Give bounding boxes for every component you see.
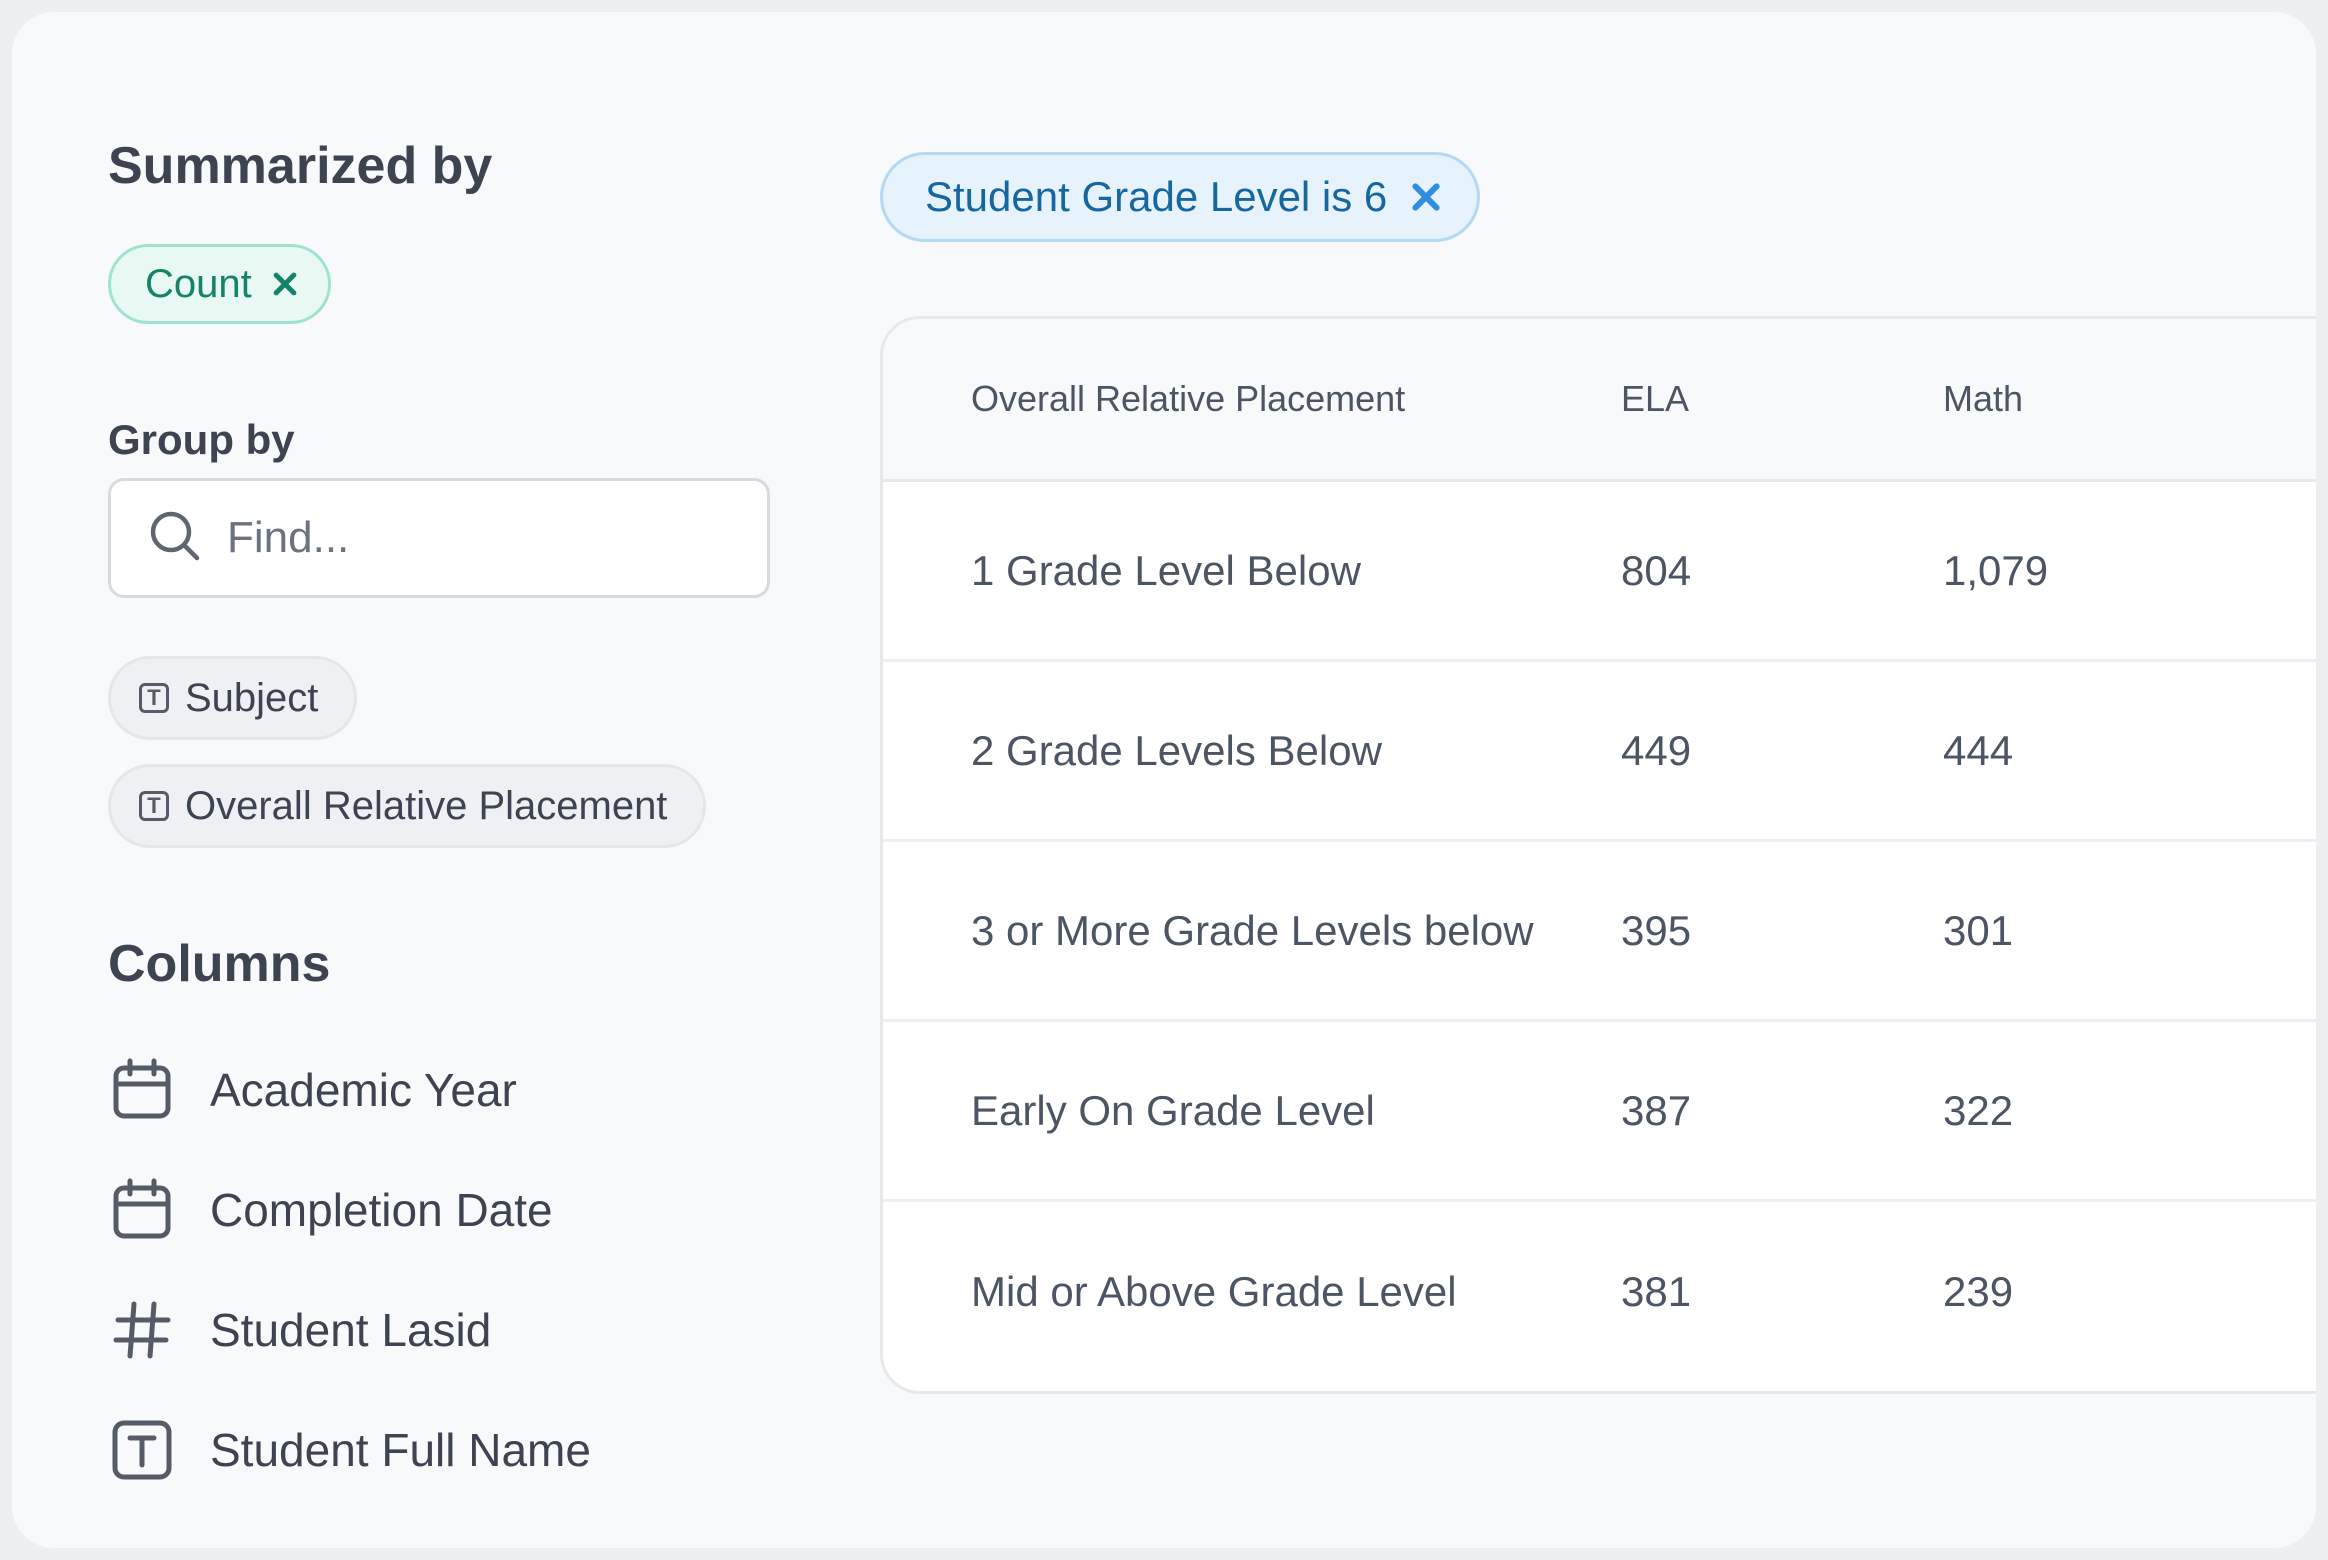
ela-count-cell: 449: [1621, 726, 1692, 774]
summarized-by-title: Summarized by: [108, 137, 493, 195]
text-icon: T: [139, 791, 169, 821]
remove-filter-close-icon[interactable]: [1411, 182, 1441, 212]
filter-pill-label: Student Grade Level is 6: [925, 173, 1388, 220]
table-row: Mid or Above Grade Level 381 239: [883, 1202, 2316, 1382]
group-field-label: Subject: [185, 675, 319, 720]
placement-cell: 1 Grade Level Below: [971, 546, 1361, 594]
count-pill-label: Count: [145, 261, 252, 306]
group-by-title: Group by: [108, 416, 295, 463]
column-item-label: Completion Date: [210, 1184, 553, 1236]
ela-count-cell: 804: [1621, 546, 1692, 594]
table-row: 3 or More Grade Levels below 395 301: [883, 842, 2316, 1022]
column-item-completion-date[interactable]: Completion Date: [108, 1170, 553, 1250]
table-row: 1 Grade Level Below 804 1,079: [883, 482, 2316, 662]
table-header-row: Overall Relative Placement ELA Math: [883, 319, 2316, 482]
placement-cell: 3 or More Grade Levels below: [971, 906, 1534, 954]
column-item-label: Student Lasid: [210, 1304, 492, 1356]
group-field-subject[interactable]: T Subject: [108, 656, 358, 740]
column-header-overall-relative-placement[interactable]: Overall Relative Placement: [971, 319, 1405, 479]
column-header-ela[interactable]: ELA: [1621, 319, 1689, 479]
column-header-math[interactable]: Math: [1943, 319, 2023, 479]
math-count-cell: 322: [1943, 1086, 2014, 1134]
column-item-label: Academic Year: [210, 1064, 517, 1116]
math-count-cell: 239: [1943, 1268, 2014, 1315]
table-row: Early On Grade Level 387 322: [883, 1022, 2316, 1202]
math-count-cell: 444: [1943, 726, 2014, 774]
query-builder-panel: Summarized by Count Group by T Subject T…: [12, 12, 2316, 1548]
results-table: Overall Relative Placement ELA Math 1 Gr…: [880, 316, 2316, 1394]
column-item-label: Student Full Name: [210, 1424, 591, 1476]
placement-cell: 2 Grade Levels Below: [971, 726, 1382, 774]
calendar-icon: [108, 1056, 176, 1124]
text-icon: [108, 1416, 176, 1484]
table-row: 2 Grade Levels Below 449 444: [883, 662, 2316, 842]
group-field-overall-relative-placement[interactable]: T Overall Relative Placement: [108, 764, 707, 848]
group-by-search-box[interactable]: [108, 478, 770, 598]
math-count-cell: 1,079: [1943, 546, 2049, 594]
ela-count-cell: 381: [1621, 1268, 1692, 1315]
calendar-icon: [108, 1176, 176, 1244]
text-icon: T: [139, 683, 169, 713]
search-icon: [147, 508, 203, 569]
ela-count-cell: 395: [1621, 906, 1692, 954]
placement-cell: Early On Grade Level: [971, 1086, 1375, 1134]
count-metric-pill[interactable]: Count: [108, 244, 331, 324]
ela-count-cell: 387: [1621, 1086, 1692, 1134]
group-by-search-input[interactable]: [225, 512, 749, 564]
hash-icon: [108, 1296, 176, 1364]
group-field-label: Overall Relative Placement: [185, 783, 668, 828]
column-item-student-lasid[interactable]: Student Lasid: [108, 1290, 491, 1370]
placement-cell: Mid or Above Grade Level: [971, 1268, 1457, 1315]
column-item-student-full-name[interactable]: Student Full Name: [108, 1410, 591, 1490]
column-item-academic-year[interactable]: Academic Year: [108, 1050, 517, 1130]
columns-title: Columns: [108, 935, 331, 993]
remove-count-close-icon[interactable]: [272, 271, 298, 297]
grade-level-filter-pill[interactable]: Student Grade Level is 6: [880, 152, 1481, 242]
math-count-cell: 301: [1943, 906, 2014, 954]
